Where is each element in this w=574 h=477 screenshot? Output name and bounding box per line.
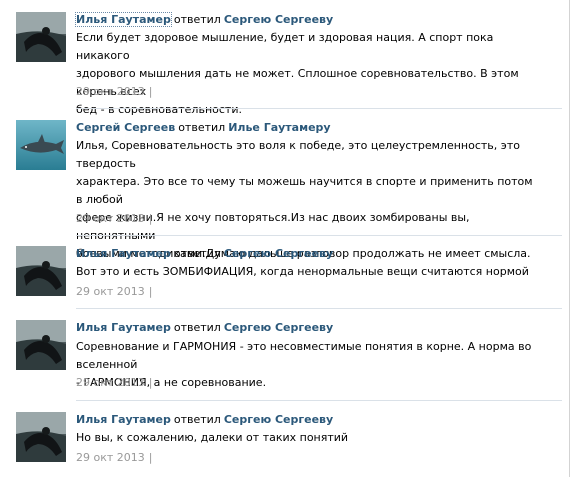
- reply-verb: ответил: [173, 247, 221, 260]
- meta-separator: |: [148, 212, 153, 225]
- avatar[interactable]: [16, 412, 66, 462]
- reply-to-link[interactable]: Илье Гаутамеру: [228, 121, 330, 134]
- meta-separator: |: [148, 376, 153, 389]
- comment-meta: 29 окт 2013 |: [76, 85, 153, 99]
- comment-date-link[interactable]: 29 окт 2013: [76, 376, 145, 389]
- meta-separator: |: [148, 85, 153, 98]
- avatar[interactable]: [16, 320, 66, 370]
- page-right-border: [569, 0, 570, 477]
- author-link[interactable]: Илья Гаутамер: [76, 247, 171, 260]
- skydiver-avatar-icon: [16, 12, 66, 62]
- reply-verb: ответил: [178, 121, 226, 134]
- comment-date-link[interactable]: 29 окт 2013: [76, 285, 145, 298]
- meta-separator: |: [148, 451, 153, 464]
- comment-item: Илья Гаутамер ответил Сергею Сергееву Если…: [0, 0, 562, 116]
- shark-avatar-icon: [16, 120, 66, 170]
- author-link[interactable]: Илья Гаутамер: [76, 321, 171, 334]
- comment-header: Илья Гаутамер ответил Сергею Сергееву: [76, 413, 333, 427]
- reply-to-link[interactable]: Сергею Сергееву: [224, 247, 333, 260]
- comment-meta: 29 окт 2013 |: [76, 376, 153, 390]
- author-link[interactable]: Илья Гаутамер: [75, 12, 172, 27]
- reply-to-link[interactable]: Сергею Сергееву: [224, 321, 333, 334]
- comment-header: Илья Гаутамер ответил Сергею Сергееву: [76, 321, 333, 335]
- avatar[interactable]: [16, 246, 66, 296]
- comment-line: Илья, Соревновательность это воля к побе…: [76, 139, 524, 170]
- author-link[interactable]: Сергей Сергеев: [76, 121, 175, 134]
- reply-verb: ответил: [173, 321, 221, 334]
- comment-meta: 29 окт 2013 |: [76, 451, 153, 465]
- skydiver-avatar-icon: [16, 320, 66, 370]
- comment-date-link[interactable]: 29 окт 2013: [76, 85, 145, 98]
- skydiver-avatar-icon: [16, 412, 66, 462]
- comment-header: Илья Гаутамер ответил Сергею Сергееву: [75, 12, 333, 27]
- comment-item: Сергей Сергеев ответил Илье Гаутамеру Илья…: [0, 109, 562, 260]
- comment-text: Если будет здоровое мышление, будет и зд…: [76, 29, 536, 119]
- comment-item: Илья Гаутамер ответил Сергею Сергееву Соре…: [0, 309, 562, 401]
- comment-header: Илья Гаутамер ответил Сергею Сергееву: [76, 247, 333, 261]
- comment-line: Соревнование и ГАРМОНИЯ - это несовмести…: [76, 340, 535, 371]
- avatar[interactable]: [16, 120, 66, 170]
- reply-to-link[interactable]: Сергею Сергееву: [224, 13, 333, 26]
- comment-item: Илья Гаутамер ответил Сергею Сергееву Вот …: [0, 236, 562, 309]
- meta-separator: |: [148, 285, 153, 298]
- comment-line: Но вы, к сожалению, далеки от таких поня…: [76, 431, 349, 444]
- comment-line: характера. Это все то чему ты можешь нау…: [76, 175, 537, 206]
- comment-header: Сергей Сергеев ответил Илье Гаутамеру: [76, 121, 331, 135]
- comment-date-link[interactable]: 29 окт 2013: [76, 451, 145, 464]
- comment-line: Если будет здоровое мышление, будет и зд…: [76, 31, 497, 62]
- avatar[interactable]: [16, 12, 66, 62]
- comment-line: Вот это и есть ЗОМБИФИАЦИЯ, когда ненорм…: [76, 265, 529, 278]
- comment-text: Вот это и есть ЗОМБИФИАЦИЯ, когда ненорм…: [76, 263, 536, 281]
- reply-verb: ответил: [173, 413, 221, 426]
- skydiver-avatar-icon: [16, 246, 66, 296]
- comment-meta: 29 окт 2013 |: [76, 285, 153, 299]
- comment-item: Илья Гаутамер ответил Сергею Сергееву Но в…: [0, 401, 562, 477]
- comment-meta: 29 окт 2013 |: [76, 212, 153, 226]
- author-link[interactable]: Илья Гаутамер: [76, 413, 171, 426]
- comment-date-link[interactable]: 29 окт 2013: [76, 212, 145, 225]
- reply-verb: ответил: [173, 13, 221, 26]
- reply-to-link[interactable]: Сергею Сергееву: [224, 413, 333, 426]
- comment-text: Но вы, к сожалению, далеки от таких поня…: [76, 429, 536, 447]
